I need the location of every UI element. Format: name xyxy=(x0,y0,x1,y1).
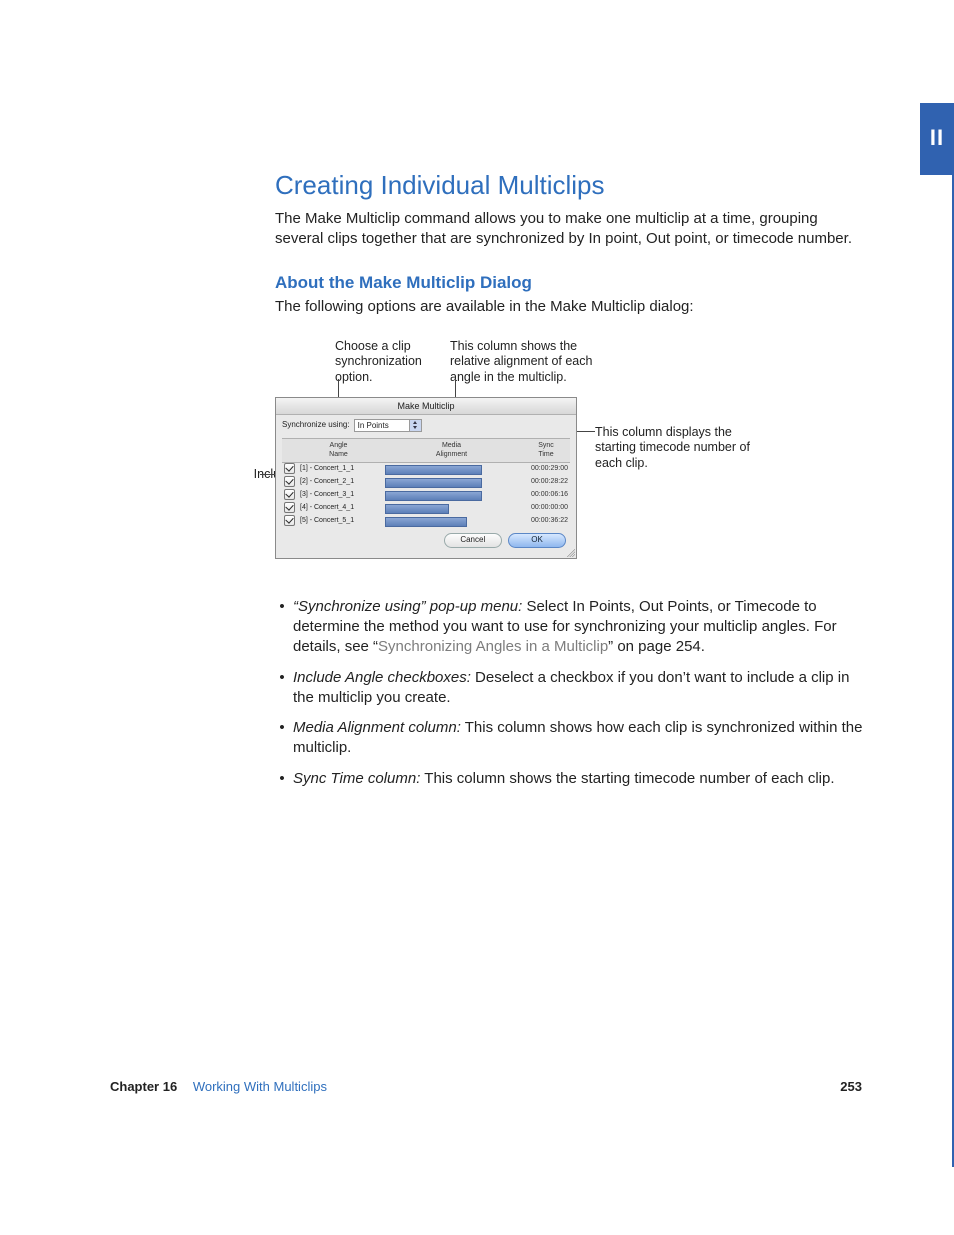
media-alignment-cell xyxy=(385,517,520,525)
angle-name-cell: [2] - Concert_2_1 xyxy=(296,477,385,486)
xref-sync-angles[interactable]: Synchronizing Angles in a Multiclip xyxy=(378,638,608,655)
list-item: Sync Time column: This column shows the … xyxy=(293,769,865,789)
callout-media-alignment: This column shows the relative alignment… xyxy=(450,339,605,386)
term-include-angle: Include Angle checkboxes: xyxy=(293,669,471,686)
table-row: [5] - Concert_5_1 00:00:36:22 xyxy=(282,515,570,527)
header-media-alignment: Media Alignment xyxy=(381,439,522,462)
angle-name-cell: [3] - Concert_3_1 xyxy=(296,490,385,499)
dialog-title: Make Multiclip xyxy=(276,398,576,415)
text: This column shows the starting timecode … xyxy=(420,770,834,787)
include-angle-checkbox[interactable] xyxy=(284,502,295,513)
include-angle-checkbox[interactable] xyxy=(284,489,295,500)
media-alignment-cell xyxy=(385,504,520,512)
sync-time-cell: 00:00:06:16 xyxy=(520,490,570,499)
table-row: [3] - Concert_3_1 00:00:06:16 xyxy=(282,489,570,501)
figure-make-multiclip: Include Angle checkbox Choose a clip syn… xyxy=(130,339,865,579)
list-item: Media Alignment column: This column show… xyxy=(293,718,865,759)
make-multiclip-dialog: Make Multiclip Synchronize using: In Poi… xyxy=(275,397,577,559)
page-number: 253 xyxy=(840,1078,862,1096)
table-header: Angle Name Media Alignment Sync Time xyxy=(282,438,570,463)
list-item: “Synchronize using” pop-up menu: Select … xyxy=(293,597,865,658)
sync-time-cell: 00:00:36:22 xyxy=(520,516,570,525)
angle-name-cell: [1] - Concert_1_1 xyxy=(296,464,385,473)
header-angle-name: Angle Name xyxy=(296,439,381,462)
option-list: “Synchronize using” pop-up menu: Select … xyxy=(275,597,865,789)
chapter-label: Chapter 16 xyxy=(110,1079,177,1094)
sync-using-label: Synchronize using: xyxy=(282,420,350,431)
callout-sync-time: This column displays the starting timeco… xyxy=(595,425,765,472)
section-heading: Creating Individual Multiclips xyxy=(275,168,865,203)
term-media-alignment: Media Alignment column: xyxy=(293,719,461,736)
ok-button[interactable]: OK xyxy=(508,533,566,548)
part-tab: II xyxy=(920,103,954,175)
term-sync-time: Sync Time column: xyxy=(293,770,420,787)
cancel-button[interactable]: Cancel xyxy=(444,533,502,548)
media-alignment-cell xyxy=(385,465,520,473)
resize-grip-icon[interactable] xyxy=(567,549,575,557)
table-row: [4] - Concert_4_1 00:00:00:00 xyxy=(282,502,570,514)
chapter-title: Working With Multiclips xyxy=(193,1079,327,1094)
subsection-heading: About the Make Multiclip Dialog xyxy=(275,272,865,295)
table-row: [1] - Concert_1_1 00:00:29:00 xyxy=(282,463,570,475)
angle-name-cell: [4] - Concert_4_1 xyxy=(296,503,385,512)
include-angle-checkbox[interactable] xyxy=(284,515,295,526)
angle-name-cell: [5] - Concert_5_1 xyxy=(296,516,385,525)
main-content: Creating Individual Multiclips The Make … xyxy=(275,168,865,799)
media-alignment-cell xyxy=(385,478,520,486)
include-angle-checkbox[interactable] xyxy=(284,476,295,487)
popup-arrows-icon xyxy=(409,420,421,431)
sync-using-popup[interactable]: In Points xyxy=(354,419,422,432)
intro-paragraph: The Make Multiclip command allows you to… xyxy=(275,209,865,250)
sync-time-cell: 00:00:28:22 xyxy=(520,477,570,486)
list-item: Include Angle checkboxes: Deselect a che… xyxy=(293,668,865,709)
sync-using-value: In Points xyxy=(358,421,389,430)
text: ” on page 254. xyxy=(608,638,705,655)
page-footer: Chapter 16 Working With Multiclips 253 xyxy=(110,1078,862,1096)
term-sync-using: “Synchronize using” pop-up menu: xyxy=(293,598,522,615)
sync-time-cell: 00:00:00:00 xyxy=(520,503,570,512)
include-angle-checkbox[interactable] xyxy=(284,463,295,474)
sync-time-cell: 00:00:29:00 xyxy=(520,464,570,473)
subsection-intro: The following options are available in t… xyxy=(275,297,865,317)
header-sync-time: Sync Time xyxy=(522,439,570,462)
table-row: [2] - Concert_2_1 00:00:28:22 xyxy=(282,476,570,488)
clip-rows: [1] - Concert_1_1 00:00:29:00 [2] - Concer… xyxy=(282,463,570,527)
media-alignment-cell xyxy=(385,491,520,499)
callout-sync-option: Choose a clip synchronization option. xyxy=(335,339,455,386)
